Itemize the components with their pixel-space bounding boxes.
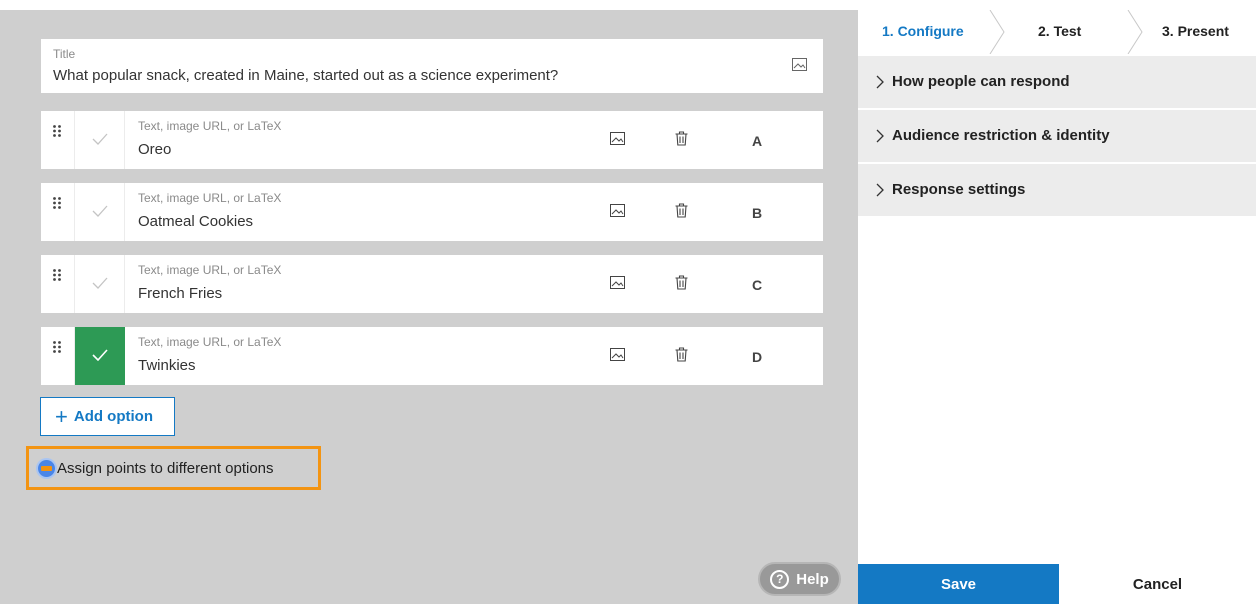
mark-correct-toggle[interactable] [75,111,125,169]
image-icon[interactable] [610,204,625,222]
mark-correct-toggle[interactable] [75,255,125,313]
question-editor: Title What popular snack, created in Mai… [0,10,858,604]
check-icon [92,277,108,289]
step-separator-icon [989,10,1005,54]
option-input[interactable]: Oreo [138,141,171,158]
option-row: Text, image URL, or LaTeX Oatmeal Cookie… [41,183,823,241]
option-letter: B [752,205,763,221]
chevron-right-icon [876,129,884,143]
image-icon[interactable] [610,132,625,150]
trash-icon[interactable] [675,203,688,223]
image-icon[interactable] [610,348,625,366]
mark-correct-toggle[interactable] [75,327,125,385]
step-test[interactable]: 2. Test [1038,23,1081,39]
option-input[interactable]: French Fries [138,285,222,302]
step-navigation: 1. Configure 2. Test 3. Present [858,10,1256,54]
drag-handle-icon[interactable] [41,183,75,241]
option-row: Text, image URL, or LaTeX Twinkies D [41,327,823,385]
add-option-button[interactable]: + Add option [40,397,175,436]
option-letter: A [752,133,763,149]
drag-handle-icon[interactable] [41,255,75,313]
help-label: Help [796,570,829,588]
add-option-label: Add option [73,408,153,425]
option-input[interactable]: Oatmeal Cookies [138,213,253,230]
trash-icon[interactable] [675,131,688,151]
assign-points-toggle[interactable]: Assign points to different options [26,446,321,490]
check-icon [92,205,108,217]
title-field[interactable]: Title What popular snack, created in Mai… [41,39,823,93]
toggle-switch-icon[interactable] [38,459,55,477]
cancel-button[interactable]: Cancel [1059,564,1256,604]
option-letter: D [752,349,763,365]
image-icon[interactable] [610,276,625,294]
save-button[interactable]: Save [858,564,1059,604]
option-placeholder: Text, image URL, or LaTeX [138,263,282,277]
option-letter: C [752,277,763,293]
drag-handle-icon[interactable] [41,111,75,169]
settings-panel: 1. Configure 2. Test 3. Present How peop… [858,0,1256,604]
step-separator-icon [1127,10,1143,54]
title-input[interactable]: What popular snack, created in Maine, st… [53,67,558,84]
option-placeholder: Text, image URL, or LaTeX [138,191,282,205]
accordion-audience-restriction[interactable]: Audience restriction & identity [858,110,1256,163]
option-input[interactable]: Twinkies [138,357,196,374]
title-label: Title [53,47,76,61]
help-button[interactable]: ? Help [758,562,841,596]
assign-points-label: Assign points to different options [57,459,274,477]
step-configure[interactable]: 1. Configure [882,23,964,39]
option-placeholder: Text, image URL, or LaTeX [138,119,282,133]
trash-icon[interactable] [675,275,688,295]
option-row: Text, image URL, or LaTeX French Fries C [41,255,823,313]
drag-handle-icon[interactable] [41,327,75,385]
accordion-label: Audience restriction & identity [892,127,1110,144]
accordion-response-settings[interactable]: Response settings [858,164,1256,217]
help-icon: ? [770,569,790,589]
check-icon [92,349,108,361]
accordion-how-people-can-respond[interactable]: How people can respond [858,56,1256,109]
step-present[interactable]: 3. Present [1162,23,1229,39]
accordion-label: Response settings [892,181,1026,198]
option-placeholder: Text, image URL, or LaTeX [138,335,282,349]
image-icon[interactable] [792,58,807,76]
chevron-right-icon [876,183,884,197]
chevron-right-icon [876,75,884,89]
plus-icon: + [55,403,68,429]
mark-correct-toggle[interactable] [75,183,125,241]
trash-icon[interactable] [675,347,688,367]
option-row: Text, image URL, or LaTeX Oreo A [41,111,823,169]
check-icon [92,133,108,145]
accordion-label: How people can respond [892,73,1070,90]
